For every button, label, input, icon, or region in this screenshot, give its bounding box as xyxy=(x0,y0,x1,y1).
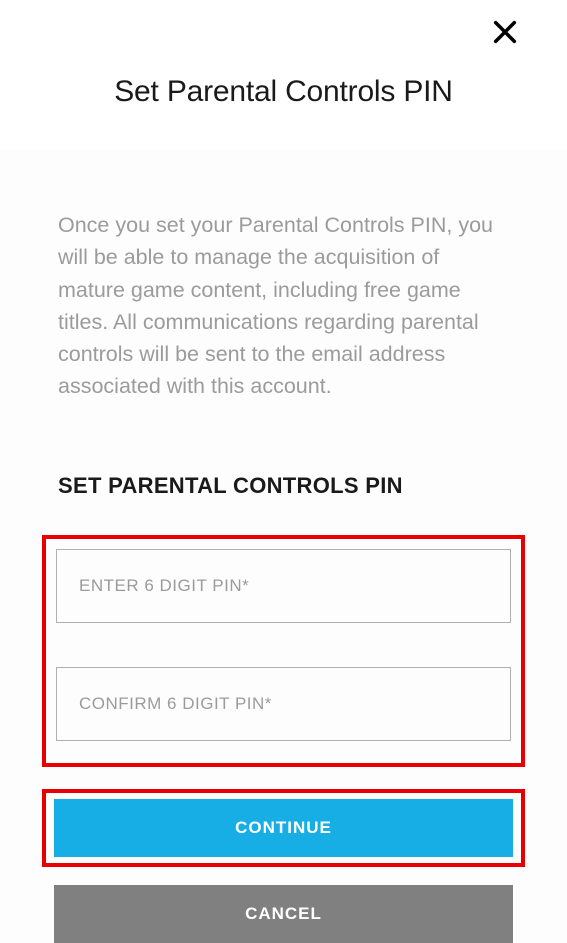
confirm-pin-input[interactable] xyxy=(56,667,511,741)
header: Set Parental Controls PIN xyxy=(0,0,567,149)
content-area: Once you set your Parental Controls PIN,… xyxy=(0,149,567,943)
continue-highlight: CONTINUE xyxy=(42,789,525,867)
description-text: Once you set your Parental Controls PIN,… xyxy=(58,209,509,403)
cancel-button[interactable]: CANCEL xyxy=(54,885,513,943)
section-label: SET PARENTAL CONTROLS PIN xyxy=(58,473,509,499)
pin-inputs-highlight xyxy=(42,535,525,767)
continue-button[interactable]: CONTINUE xyxy=(54,799,513,857)
page-title: Set Parental Controls PIN xyxy=(40,75,527,109)
enter-pin-input[interactable] xyxy=(56,549,511,623)
close-icon[interactable] xyxy=(491,18,519,46)
